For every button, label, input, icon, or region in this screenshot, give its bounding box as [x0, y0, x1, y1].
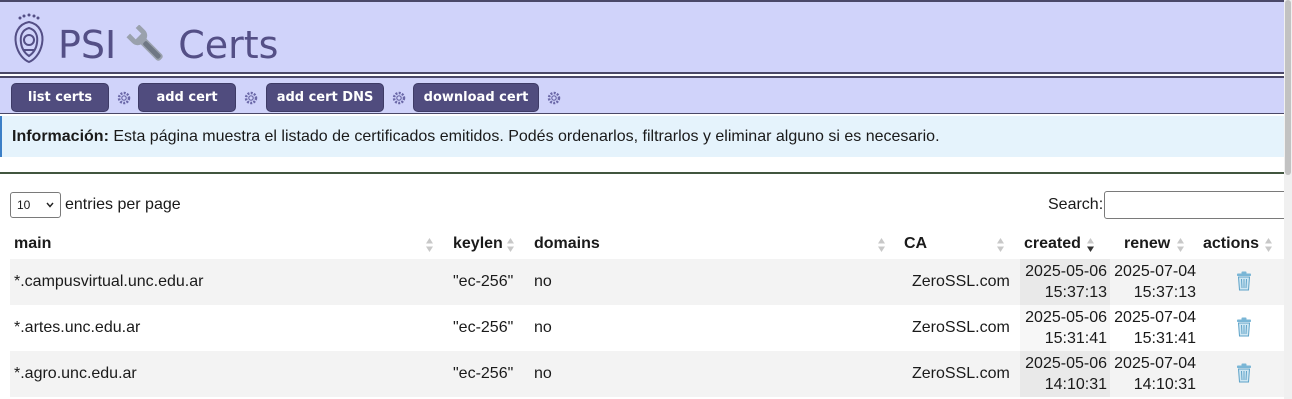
created-time: 15:37:13 [1044, 284, 1107, 301]
gear-icon [117, 91, 131, 105]
sort-descending-icon [1087, 238, 1094, 252]
sort-icon [1177, 238, 1184, 252]
created-date: 2025-05-06 [1025, 355, 1107, 372]
gear-icon [244, 91, 258, 105]
entries-per-page-label: entries per page [65, 196, 181, 213]
created-date: 2025-05-06 [1025, 263, 1107, 280]
add-cert-button[interactable]: add cert [138, 83, 236, 112]
section-divider [0, 172, 1284, 174]
column-header-actions[interactable]: actions [1203, 232, 1259, 258]
trash-icon[interactable] [1236, 317, 1252, 337]
renew-date: 2025-07-04 [1114, 263, 1196, 280]
cell-domains: no [534, 319, 552, 336]
chevron-down-icon [46, 202, 54, 208]
sort-icon [1265, 238, 1272, 252]
gear-icon [392, 91, 406, 105]
sort-icon [507, 238, 514, 252]
cell-main: *.agro.unc.edu.ar [14, 365, 137, 382]
cell-renew: 2025-07-04 14:10:31 [1114, 353, 1196, 395]
page-title: PSI Certs [58, 20, 278, 67]
column-header-renew[interactable]: renew [1124, 232, 1170, 258]
sort-icon [426, 238, 433, 252]
list-certs-button[interactable]: list certs [11, 83, 109, 112]
renew-time: 15:31:41 [1133, 330, 1196, 347]
created-time: 15:31:41 [1044, 330, 1107, 347]
add-cert-dns-button[interactable]: add cert DNS [266, 83, 384, 112]
renew-time: 14:10:31 [1133, 376, 1196, 393]
cell-ca: ZeroSSL.com [912, 319, 1010, 336]
column-header-created[interactable]: created [1024, 232, 1081, 258]
sort-icon [997, 238, 1004, 252]
info-text: Esta página muestra el listado de certif… [108, 128, 940, 145]
download-cert-button[interactable]: download cert [413, 83, 539, 112]
table-row: *.artes.unc.edu.ar "ec-256" no ZeroSSL.c… [10, 305, 1284, 351]
created-time: 14:10:31 [1044, 376, 1107, 393]
scrollbar-thumb[interactable] [1285, 0, 1291, 175]
cell-renew: 2025-07-04 15:37:13 [1114, 261, 1196, 303]
column-header-main[interactable]: main [14, 232, 51, 258]
cell-domains: no [534, 365, 552, 382]
entries-per-page-value: 10 [17, 198, 31, 212]
title-certs: Certs [178, 22, 279, 67]
university-seal-icon [14, 13, 44, 64]
app-header: PSI Certs [0, 0, 1284, 74]
column-header-keylen[interactable]: keylen [453, 232, 503, 258]
cell-ca: ZeroSSL.com [912, 273, 1010, 290]
column-header-domains[interactable]: domains [534, 232, 600, 258]
renew-time: 15:37:13 [1133, 284, 1196, 301]
cell-renew: 2025-07-04 15:31:41 [1114, 307, 1196, 349]
column-header-ca[interactable]: CA [904, 232, 927, 258]
search-input[interactable] [1104, 191, 1292, 219]
trash-icon[interactable] [1236, 363, 1252, 383]
entries-per-page-select[interactable]: 10 [10, 192, 61, 218]
search-label: Search: [1048, 196, 1104, 213]
cell-created: 2025-05-06 15:31:41 [1025, 307, 1107, 349]
table-row: *.agro.unc.edu.ar "ec-256" no ZeroSSL.co… [10, 351, 1284, 397]
cell-keylen: "ec-256" [453, 365, 514, 382]
cell-created: 2025-05-06 15:37:13 [1025, 261, 1107, 303]
cell-created: 2025-05-06 14:10:31 [1025, 353, 1107, 395]
renew-date: 2025-07-04 [1114, 309, 1196, 326]
info-message: Información: Esta página muestra el list… [0, 116, 1284, 157]
nav-bar: list certs add cert add cert DNS downloa… [0, 76, 1284, 114]
cell-main: *.artes.unc.edu.ar [14, 319, 141, 336]
gear-icon [547, 91, 561, 105]
created-date: 2025-05-06 [1025, 309, 1107, 326]
sort-icon [878, 238, 885, 252]
trash-icon[interactable] [1236, 271, 1252, 291]
cell-main: *.campusvirtual.unc.edu.ar [14, 273, 204, 290]
cell-domains: no [534, 273, 552, 290]
title-psi: PSI [58, 22, 117, 67]
table-row: *.campusvirtual.unc.edu.ar "ec-256" no Z… [10, 259, 1284, 305]
renew-date: 2025-07-04 [1114, 355, 1196, 372]
wrench-icon [126, 24, 163, 61]
cell-ca: ZeroSSL.com [912, 365, 1010, 382]
info-label: Información: [12, 128, 109, 145]
cell-keylen: "ec-256" [453, 273, 514, 290]
cell-keylen: "ec-256" [453, 319, 514, 336]
